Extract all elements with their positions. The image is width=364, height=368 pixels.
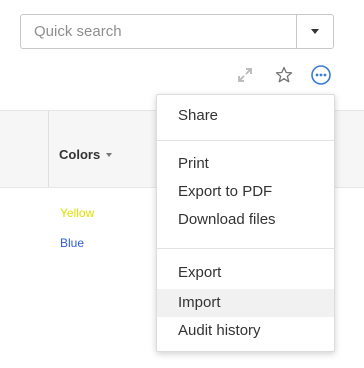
more-options-menu: Share Print Export to PDF Download files…	[156, 94, 335, 352]
menu-item-print[interactable]: Print	[157, 150, 334, 178]
menu-item-import[interactable]: Import	[157, 289, 334, 317]
search-dropdown-button[interactable]	[296, 15, 333, 48]
colors-column-header[interactable]: Colors	[59, 147, 113, 162]
star-icon	[275, 66, 293, 83]
favorite-button[interactable]	[271, 62, 297, 88]
chevron-down-icon	[311, 29, 319, 34]
table-cell: Blue	[60, 236, 85, 250]
table-cell: Yellow	[60, 206, 95, 220]
menu-item-audit-history[interactable]: Audit history	[157, 317, 334, 345]
menu-divider	[157, 248, 334, 249]
menu-item-download-files[interactable]: Download files	[157, 206, 334, 234]
quick-search-input[interactable]	[21, 15, 296, 48]
column-divider	[48, 111, 49, 187]
menu-item-export-pdf[interactable]: Export to PDF	[157, 178, 334, 206]
expand-button[interactable]	[232, 62, 258, 88]
more-options-button[interactable]	[308, 62, 334, 88]
menu-item-export[interactable]: Export	[157, 259, 334, 287]
menu-item-share[interactable]: Share	[157, 102, 334, 130]
quick-search-box	[20, 14, 334, 49]
expand-icon	[238, 68, 252, 82]
column-header-label: Colors	[59, 147, 101, 162]
sort-caret-icon	[106, 152, 113, 157]
menu-divider	[157, 140, 334, 141]
more-options-icon	[311, 65, 331, 85]
